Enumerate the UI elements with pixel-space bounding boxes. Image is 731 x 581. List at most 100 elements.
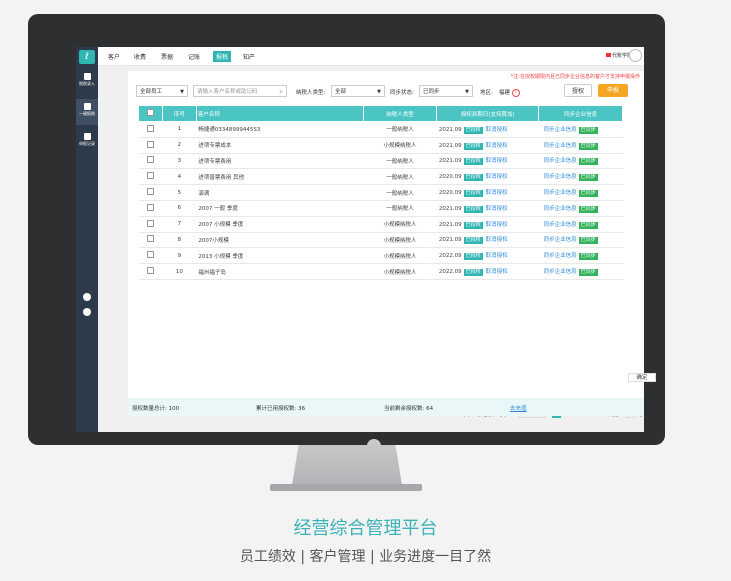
row-date-cell: 2022.09 已授权 取消授权 [436, 247, 539, 265]
nav-tax[interactable]: 报税 [213, 51, 232, 62]
sidebar-item-record[interactable]: 申报记录 [76, 133, 98, 147]
table-row: 3 进项专票费用 一般纳税人 2021.09 已授权 取消授权 同步企业信息 已同步 [138, 153, 623, 170]
table-row: 6 2007 一般 季度 一般纳税人 2021.09 已授权 取消授权 同步企业信息 已同步 [138, 200, 623, 217]
row-no: 8 [162, 232, 197, 249]
header-check[interactable] [138, 105, 163, 122]
synced-tag: 已同步 [578, 126, 598, 134]
cancel-auth-link[interactable]: 取消授权 [486, 206, 508, 212]
row-date-cell: 2021.09 已授权 取消授权 [436, 232, 539, 249]
row-name: 福州福子岛 [196, 263, 364, 280]
row-type: 小规模纳税人 [363, 216, 437, 233]
monitor-stand [292, 445, 402, 485]
row-checkbox[interactable] [146, 156, 154, 164]
row-type: 小规模纳税人 [363, 137, 437, 154]
header-type: 纳税人类型 [362, 105, 438, 122]
row-checkbox[interactable] [146, 267, 154, 275]
remaining-auth: 当前剩余授权数: 64 [384, 406, 434, 412]
sync-status-select[interactable]: 已同步 ▼ [419, 85, 473, 97]
nav-invoice[interactable]: 票据 [161, 52, 173, 61]
authorized-tag: 已授权 [463, 158, 483, 166]
nav-accounting[interactable]: 记账 [188, 52, 200, 61]
row-name: 进项专票成本 [196, 137, 364, 154]
table-row: 1 畅捷通03348999445S3 一般纳税人 2021.09 已授权 取消授权 同步企业… [138, 121, 623, 138]
row-checkbox[interactable] [146, 219, 154, 227]
sidebar-item-label: 税税录入 [79, 81, 95, 86]
sync-info-link[interactable]: 同步企业信息 [544, 158, 577, 164]
cancel-auth-link[interactable]: 取消授权 [486, 190, 508, 196]
sync-info-link[interactable]: 同步企业信息 [544, 237, 577, 243]
employee-select[interactable]: 全部员工 ▼ [136, 85, 188, 97]
tax-icon [83, 103, 91, 110]
authorized-tag: 已授权 [463, 190, 483, 198]
row-sync-cell: 同步企业信息 已同步 [538, 200, 623, 217]
sidebar-item-tax[interactable]: 一键报税 [76, 99, 98, 125]
region-value: 福建 ! [499, 88, 520, 97]
authorized-tag: 已授权 [463, 253, 483, 261]
row-date-cell: 2020.09 已授权 取消授权 [436, 184, 539, 201]
cancel-auth-link[interactable]: 取消授权 [486, 174, 508, 180]
cancel-auth-link[interactable]: 取消授权 [486, 237, 508, 243]
synced-tag: 已同步 [578, 269, 598, 277]
sync-info-link[interactable]: 同步企业信息 [544, 269, 577, 275]
row-checkbox[interactable] [146, 203, 154, 211]
cancel-auth-link[interactable]: 取消授权 [486, 222, 508, 228]
row-sync-cell: 同步企业信息 已同步 [538, 263, 623, 280]
sync-info-link[interactable]: 同步企业信息 [544, 206, 577, 212]
nav-charge[interactable]: 收费 [134, 52, 146, 61]
total-auth: 授权数量总计: 100 [132, 406, 180, 412]
cancel-auth-link[interactable]: 取消授权 [486, 269, 508, 275]
phone-icon[interactable] [83, 293, 91, 301]
row-checkbox[interactable] [146, 124, 154, 132]
sync-info-link[interactable]: 同步企业信息 [544, 190, 577, 196]
table-header-row: 序号 客户名称 纳税人类型 授权到期日(支持算加) 同步企业信息 [138, 105, 623, 122]
monitor-frame: ℓ 税税录入 一键报税 申报记录 客户 收费 票据 记账 报税 知产 代账学院 [28, 14, 665, 453]
cancel-auth-link[interactable]: 取消授权 [486, 253, 508, 259]
sync-info-link[interactable]: 同步企业信息 [544, 127, 577, 133]
sidebar-item-entry[interactable]: 税税录入 [76, 73, 98, 87]
cancel-auth-link[interactable]: 取消授权 [486, 158, 508, 164]
row-checkbox[interactable] [146, 235, 154, 243]
search-input[interactable]: 请输入客户名称或助记码 ⌕ [193, 85, 287, 97]
row-type: 一般纳税人 [363, 153, 437, 170]
auth-button[interactable]: 授权 [564, 84, 592, 97]
sync-info-link[interactable]: 同步企业信息 [544, 174, 577, 180]
settings-icon[interactable] [83, 308, 91, 316]
cancel-auth-link[interactable]: 取消授权 [486, 143, 508, 149]
authorized-tag: 已授权 [463, 269, 483, 277]
sync-status-label: 同步状态: [390, 90, 414, 96]
row-checkbox[interactable] [146, 140, 154, 148]
row-checkbox[interactable] [146, 251, 154, 259]
row-sync-cell: 同步企业信息 已同步 [538, 153, 623, 170]
row-no: 10 [162, 263, 197, 280]
record-icon [83, 133, 91, 140]
row-date: 2022.09 [438, 253, 462, 260]
row-type: 小规模纳税人 [363, 247, 437, 265]
cancel-auth-link[interactable]: 取消授权 [486, 127, 508, 133]
table-row: 7 2007 小规模 季度 小规模纳税人 2021.09 已授权 取消授权 同步企业信息 已同… [138, 216, 623, 233]
row-check-cell [138, 137, 163, 154]
row-checkbox[interactable] [146, 172, 154, 180]
sync-info-link[interactable]: 同步企业信息 [544, 143, 577, 149]
sidebar: ℓ 税税录入 一键报税 申报记录 [76, 47, 98, 432]
header-name: 客户名称 [195, 105, 364, 122]
recharge-link[interactable]: 去充值 [510, 404, 527, 412]
taxpayer-type-select[interactable]: 全部 ▼ [331, 85, 385, 97]
row-date: 2021.09 [438, 126, 462, 133]
nav-customer[interactable]: 客户 [108, 52, 120, 61]
sync-info-link[interactable]: 同步企业信息 [544, 222, 577, 228]
synced-tag: 已同步 [578, 158, 598, 166]
taxpayer-type-label: 纳税人类型: [296, 90, 326, 96]
user-avatar-icon[interactable] [629, 49, 642, 62]
row-date: 2021.09 [438, 205, 462, 212]
notice-text: *注:在授权期限内且已同步企业信息的客户才支持申报操作 [510, 74, 640, 80]
nav-ip[interactable]: 知产 [243, 52, 255, 61]
info-icon: ! [511, 88, 520, 97]
row-no: 4 [162, 168, 197, 186]
select-all-checkbox[interactable] [146, 109, 154, 116]
row-no: 1 [162, 121, 197, 138]
declare-button[interactable]: 申报 [598, 84, 628, 97]
row-checkbox[interactable] [146, 188, 154, 196]
sync-info-link[interactable]: 同步企业信息 [544, 253, 577, 259]
row-date: 2022.09 [438, 269, 462, 276]
confirm-page-button[interactable]: 确定 [628, 373, 656, 382]
